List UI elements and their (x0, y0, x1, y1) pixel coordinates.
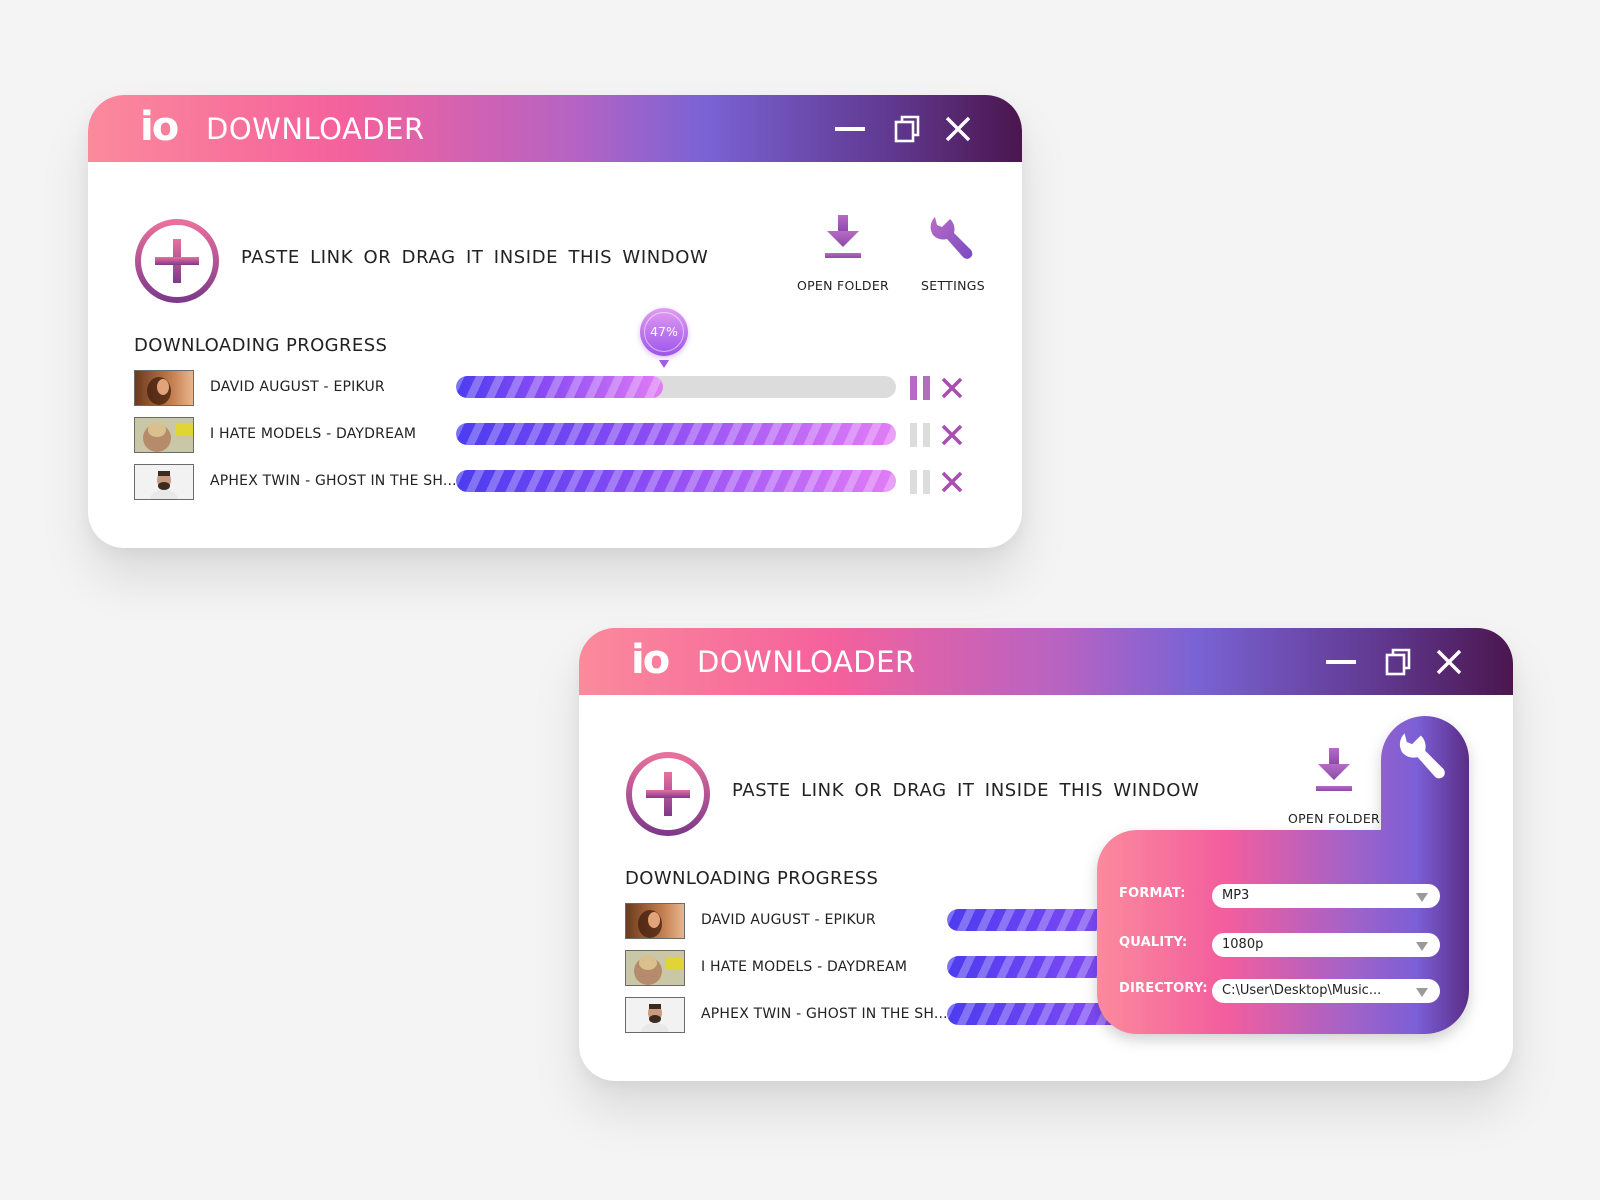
track-thumbnail (134, 417, 194, 453)
settings-button[interactable]: SETTINGS (903, 213, 1003, 293)
progress-bar[interactable] (456, 470, 896, 492)
track-thumbnail (625, 903, 685, 939)
progress-badge-value: 47% (640, 308, 688, 356)
progress-fill (456, 376, 663, 398)
progress-badge-pointer (659, 360, 669, 368)
downloader-window-main: io DOWNLOADER PASTE LINK OR DRAG IT INSI… (88, 95, 1022, 548)
directory-label: DIRECTORY: (1119, 981, 1208, 996)
app-logo: io (140, 104, 179, 150)
minimize-icon[interactable] (834, 113, 866, 145)
progress-fill (456, 470, 896, 492)
quality-label: QUALITY: (1119, 935, 1188, 950)
plus-circle-icon (135, 219, 219, 303)
open-folder-label: OPEN FOLDER (796, 278, 890, 293)
track-name: APHEX TWIN - GHOST IN THE SH... (210, 473, 457, 489)
track-name: DAVID AUGUST - EPIKUR (210, 379, 385, 395)
close-icon[interactable] (1433, 646, 1465, 678)
app-title: DOWNLOADER (206, 112, 425, 146)
progress-bar[interactable] (456, 376, 896, 398)
format-value: MP3 (1222, 888, 1250, 903)
downloading-progress-title: DOWNLOADING PROGRESS (625, 868, 879, 889)
title-bar[interactable]: io DOWNLOADER (88, 95, 1022, 162)
restore-icon[interactable] (1383, 646, 1415, 678)
add-link-button[interactable] (133, 217, 221, 305)
chevron-down-icon (1416, 988, 1428, 997)
format-label: FORMAT: (1119, 886, 1186, 901)
cancel-download-icon[interactable] (940, 470, 964, 494)
progress-bar[interactable] (456, 423, 896, 445)
paste-link-prompt: PASTE LINK OR DRAG IT INSIDE THIS WINDOW (241, 247, 709, 268)
track-name: I HATE MODELS - DAYDREAM (210, 426, 417, 442)
track-name: DAVID AUGUST - EPIKUR (701, 912, 876, 928)
download-arrow-icon (825, 215, 861, 258)
directory-select[interactable]: C:\User\Desktop\Music... (1212, 979, 1440, 1003)
downloading-progress-title: DOWNLOADING PROGRESS (134, 335, 388, 356)
cancel-download-icon[interactable] (940, 423, 964, 447)
restore-icon[interactable] (892, 113, 924, 145)
track-name: APHEX TWIN - GHOST IN THE SH... (701, 1006, 948, 1022)
download-row[interactable]: APHEX TWIN - GHOST IN THE SH... (134, 464, 974, 502)
pause-icon[interactable] (910, 376, 932, 400)
track-thumbnail (625, 997, 685, 1033)
directory-value: C:\User\Desktop\Music... (1222, 983, 1382, 998)
pause-icon[interactable] (910, 423, 932, 447)
app-title: DOWNLOADER (697, 645, 916, 679)
cancel-download-icon[interactable] (940, 376, 964, 400)
progress-badge: 47% (640, 308, 688, 368)
quality-value: 1080p (1222, 937, 1264, 952)
download-row[interactable]: DAVID AUGUST - EPIKUR (134, 370, 974, 408)
close-icon[interactable] (942, 113, 974, 145)
downloader-window-settings: io DOWNLOADER PASTE LINK OR DRAG IT INSI… (579, 628, 1513, 1081)
quality-select[interactable]: 1080p (1212, 933, 1440, 957)
chevron-down-icon (1416, 942, 1428, 951)
pause-icon[interactable] (910, 470, 932, 494)
track-name: I HATE MODELS - DAYDREAM (701, 959, 908, 975)
track-thumbnail (625, 950, 685, 986)
progress-fill (456, 423, 896, 445)
wrench-icon (930, 217, 973, 259)
track-thumbnail (134, 464, 194, 500)
app-logo: io (631, 637, 670, 683)
add-link-button[interactable] (624, 750, 712, 838)
title-bar[interactable]: io DOWNLOADER (579, 628, 1513, 695)
download-row[interactable]: I HATE MODELS - DAYDREAM (134, 417, 974, 455)
track-thumbnail (134, 370, 194, 406)
plus-circle-icon (626, 752, 710, 836)
chevron-down-icon (1416, 893, 1428, 902)
wrench-icon[interactable] (1396, 728, 1452, 784)
settings-label: SETTINGS (921, 278, 985, 293)
open-folder-button[interactable]: OPEN FOLDER (793, 213, 893, 293)
format-select[interactable]: MP3 (1212, 884, 1440, 908)
minimize-icon[interactable] (1325, 646, 1357, 678)
